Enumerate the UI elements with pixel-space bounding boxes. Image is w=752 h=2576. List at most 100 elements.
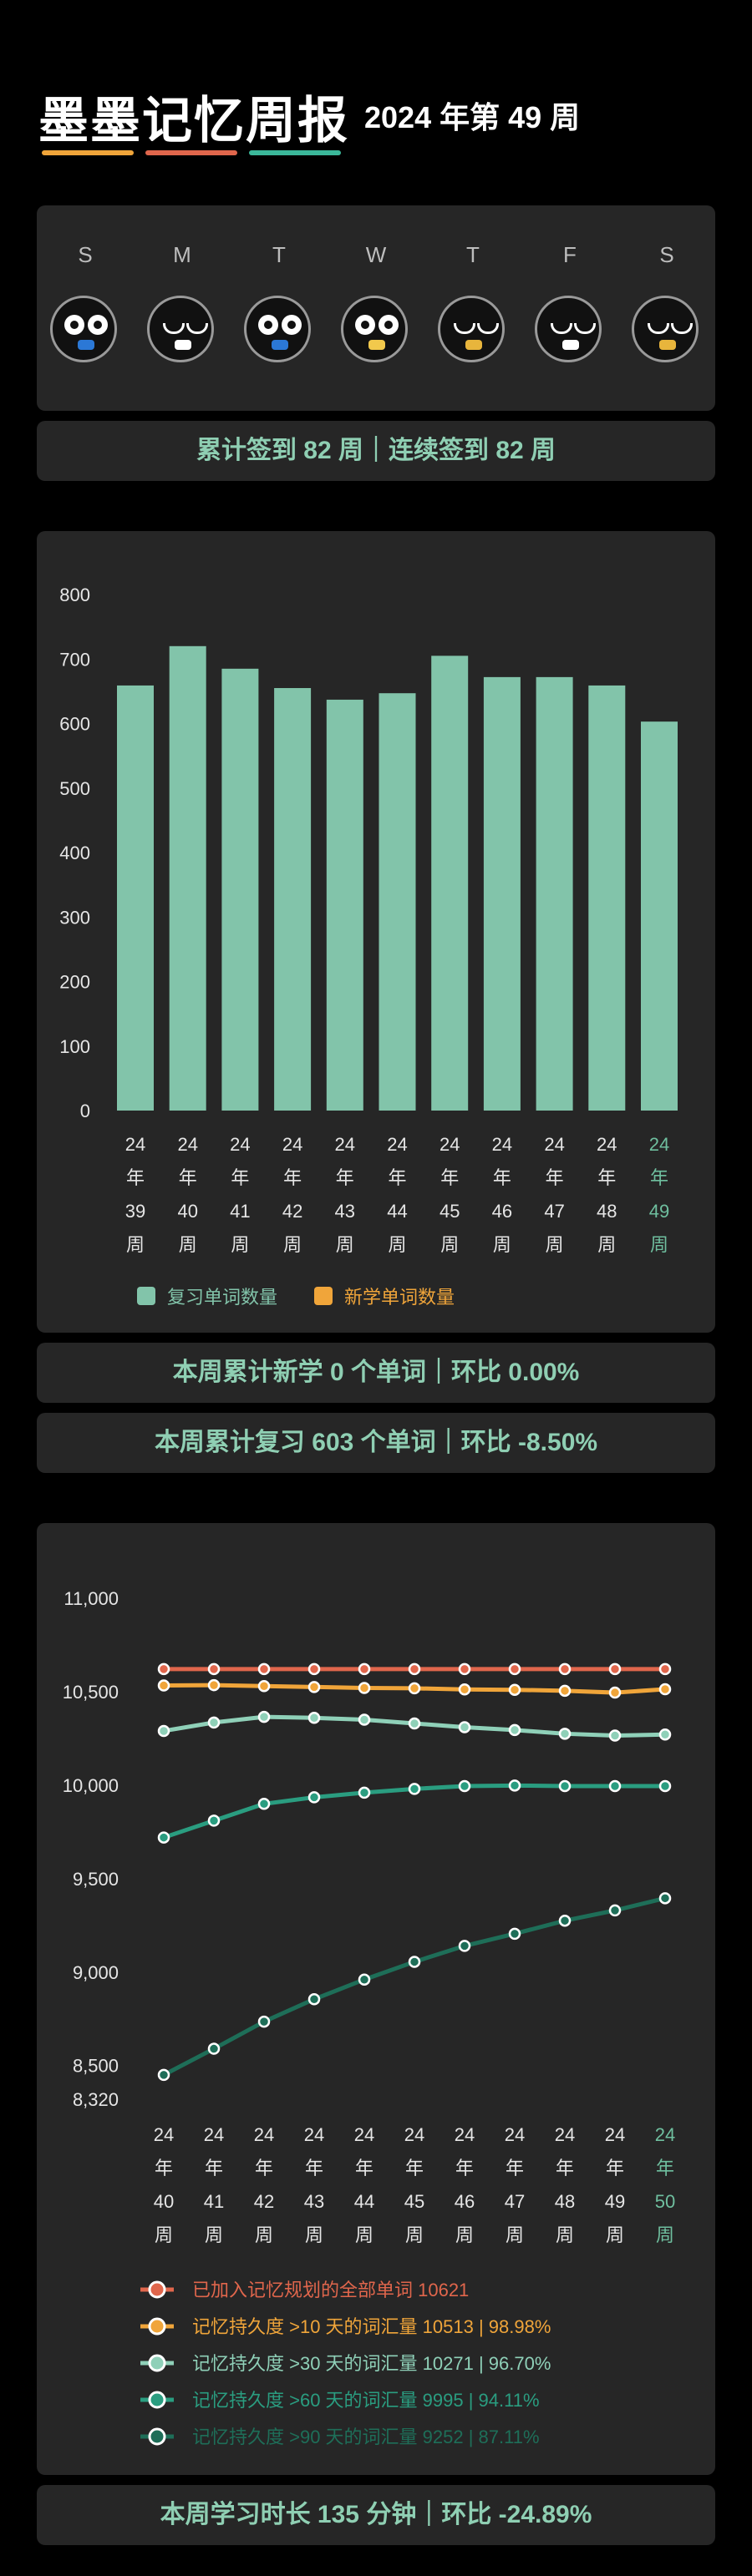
y-tick-label: 9,500 [73, 1869, 119, 1890]
legend-label: 记忆持久度 >60 天的词汇量 9995 | 94.11% [192, 2390, 540, 2411]
x-tick-label: 24 年 42 周 [254, 2124, 274, 2245]
legend-label: 记忆持久度 >30 天的词汇量 10271 | 96.70% [192, 2353, 551, 2374]
weekday-6: S [632, 242, 702, 362]
y-tick-label: 600 [59, 714, 90, 735]
y-tick-label: 8,320 [73, 2089, 119, 2110]
series-point [257, 1710, 271, 1723]
sleepy-face-icon [535, 296, 602, 362]
legend-marker [148, 2427, 166, 2446]
y-tick-label: 9,000 [73, 1962, 119, 1983]
series-point [608, 1779, 622, 1793]
x-tick-label: 24 年 39 周 [125, 1134, 145, 1255]
series-point [658, 1728, 672, 1741]
weekday-letter: W [365, 242, 387, 267]
x-tick-label: 24 年 45 周 [404, 2124, 424, 2245]
series-point [408, 1956, 421, 1968]
legend-label: 复习单词数量 [167, 1287, 277, 1308]
series-point [207, 1663, 221, 1676]
series-point [508, 1723, 521, 1737]
x-tick-label: 24 年 43 周 [335, 1134, 355, 1255]
series-point [408, 1783, 421, 1795]
x-tick-label: 24 年 44 周 [387, 1134, 407, 1255]
series-point [157, 1679, 170, 1692]
series-point [358, 1682, 371, 1694]
series-point [257, 2015, 271, 2028]
series-point [307, 1992, 321, 2006]
series-point [207, 1814, 221, 1827]
y-tick-label: 0 [80, 1101, 90, 1121]
series-point [558, 1684, 572, 1698]
series-point [558, 1663, 572, 1676]
legend-marker [148, 2391, 166, 2409]
weekday-5: F [535, 242, 605, 362]
memory-line-chart: 8,320 8,500 9,000 9,500 10,000 10,500 11,000 24… [63, 1588, 676, 2447]
x-tick-label: 24 年 40 周 [177, 1134, 197, 1255]
series-point [508, 1927, 521, 1941]
series-point [408, 1682, 421, 1695]
series-point [458, 1663, 471, 1676]
series-point [658, 1663, 672, 1676]
x-tick-label: 24 年 48 周 [555, 2124, 575, 2245]
weekday-4: T [438, 242, 508, 362]
series-point [458, 1721, 471, 1733]
y-tick-label: 10,500 [63, 1682, 119, 1703]
y-tick-label: 8,500 [73, 2056, 119, 2077]
weekday-3: W [341, 242, 411, 362]
x-tick-label: 24 年 47 周 [505, 2124, 525, 2245]
underline-bar-red [145, 150, 237, 155]
legend-label: 新学单词数量 [344, 1287, 455, 1308]
series-point [157, 1663, 170, 1676]
x-tick-label: 24 年 42 周 [282, 1134, 302, 1255]
legend-marker [148, 2354, 166, 2372]
series-point [608, 1686, 622, 1699]
x-tick-label: 24 年 44 周 [354, 2124, 374, 2245]
weekday-letter: M [173, 242, 191, 267]
y-tick-label: 300 [59, 907, 90, 928]
x-tick-label: 24 年 49 周 [649, 1134, 669, 1255]
x-tick-label: 24 年 49 周 [605, 2124, 625, 2245]
report-title: 墨墨记忆周报 [38, 93, 349, 149]
x-tick-label: 24 年 40 周 [154, 2124, 174, 2245]
series-point [358, 1786, 371, 1799]
x-tick-label: 24 年 41 周 [230, 1134, 250, 1255]
legend-swatch [137, 1287, 155, 1305]
y-tick-label: 500 [59, 778, 90, 799]
series-point [558, 1914, 572, 1927]
series-point [157, 2068, 170, 2082]
weekday-letter: S [659, 242, 674, 267]
y-tick-label: 700 [59, 649, 90, 670]
series-point [658, 1683, 672, 1696]
bar-review [483, 676, 521, 1111]
mask-face-icon [50, 296, 117, 362]
weekday-0: S [50, 242, 120, 362]
series-point [257, 1663, 271, 1676]
x-tick-label: 24 年 50 周 [655, 2124, 675, 2245]
y-tick-label: 10,000 [63, 1775, 119, 1796]
y-tick-label: 200 [59, 972, 90, 993]
underline-bar-green [249, 150, 341, 155]
series-point [207, 1678, 221, 1692]
bar-review [588, 685, 626, 1111]
squint-face-icon [147, 296, 214, 362]
legend-label: 记忆持久度 >90 天的词汇量 9252 | 87.11% [192, 2427, 540, 2447]
weekday-letter: T [272, 242, 286, 267]
weekday-letter: F [563, 242, 577, 267]
review-words-summary: 本周累计复习 603 个单词｜环比 -8.50% [37, 1413, 715, 1473]
series-point [408, 1663, 421, 1676]
happy-face-icon [632, 296, 699, 362]
x-tick-label: 24 年 47 周 [544, 1134, 564, 1255]
y-tick-label: 11,000 [64, 1588, 119, 1609]
review-bar-chart: 0 100 200 300 400 500 600 700 800 24 年 39 周 24 年 40 周 24 年… [59, 585, 678, 1308]
legend-marker [148, 2317, 166, 2336]
series-point [358, 1663, 371, 1676]
x-tick-label: 24 年 46 周 [492, 1134, 512, 1255]
x-tick-label: 24 年 41 周 [204, 2124, 224, 2245]
series-point [257, 1679, 271, 1693]
weekday-letter: S [78, 242, 93, 267]
series-point [608, 1729, 622, 1742]
legend-marker [148, 2280, 166, 2299]
bar-review [274, 688, 312, 1111]
mask-face-icon [244, 296, 311, 362]
series-point [558, 1728, 572, 1740]
x-tick-label: 24 年 48 周 [597, 1134, 617, 1255]
